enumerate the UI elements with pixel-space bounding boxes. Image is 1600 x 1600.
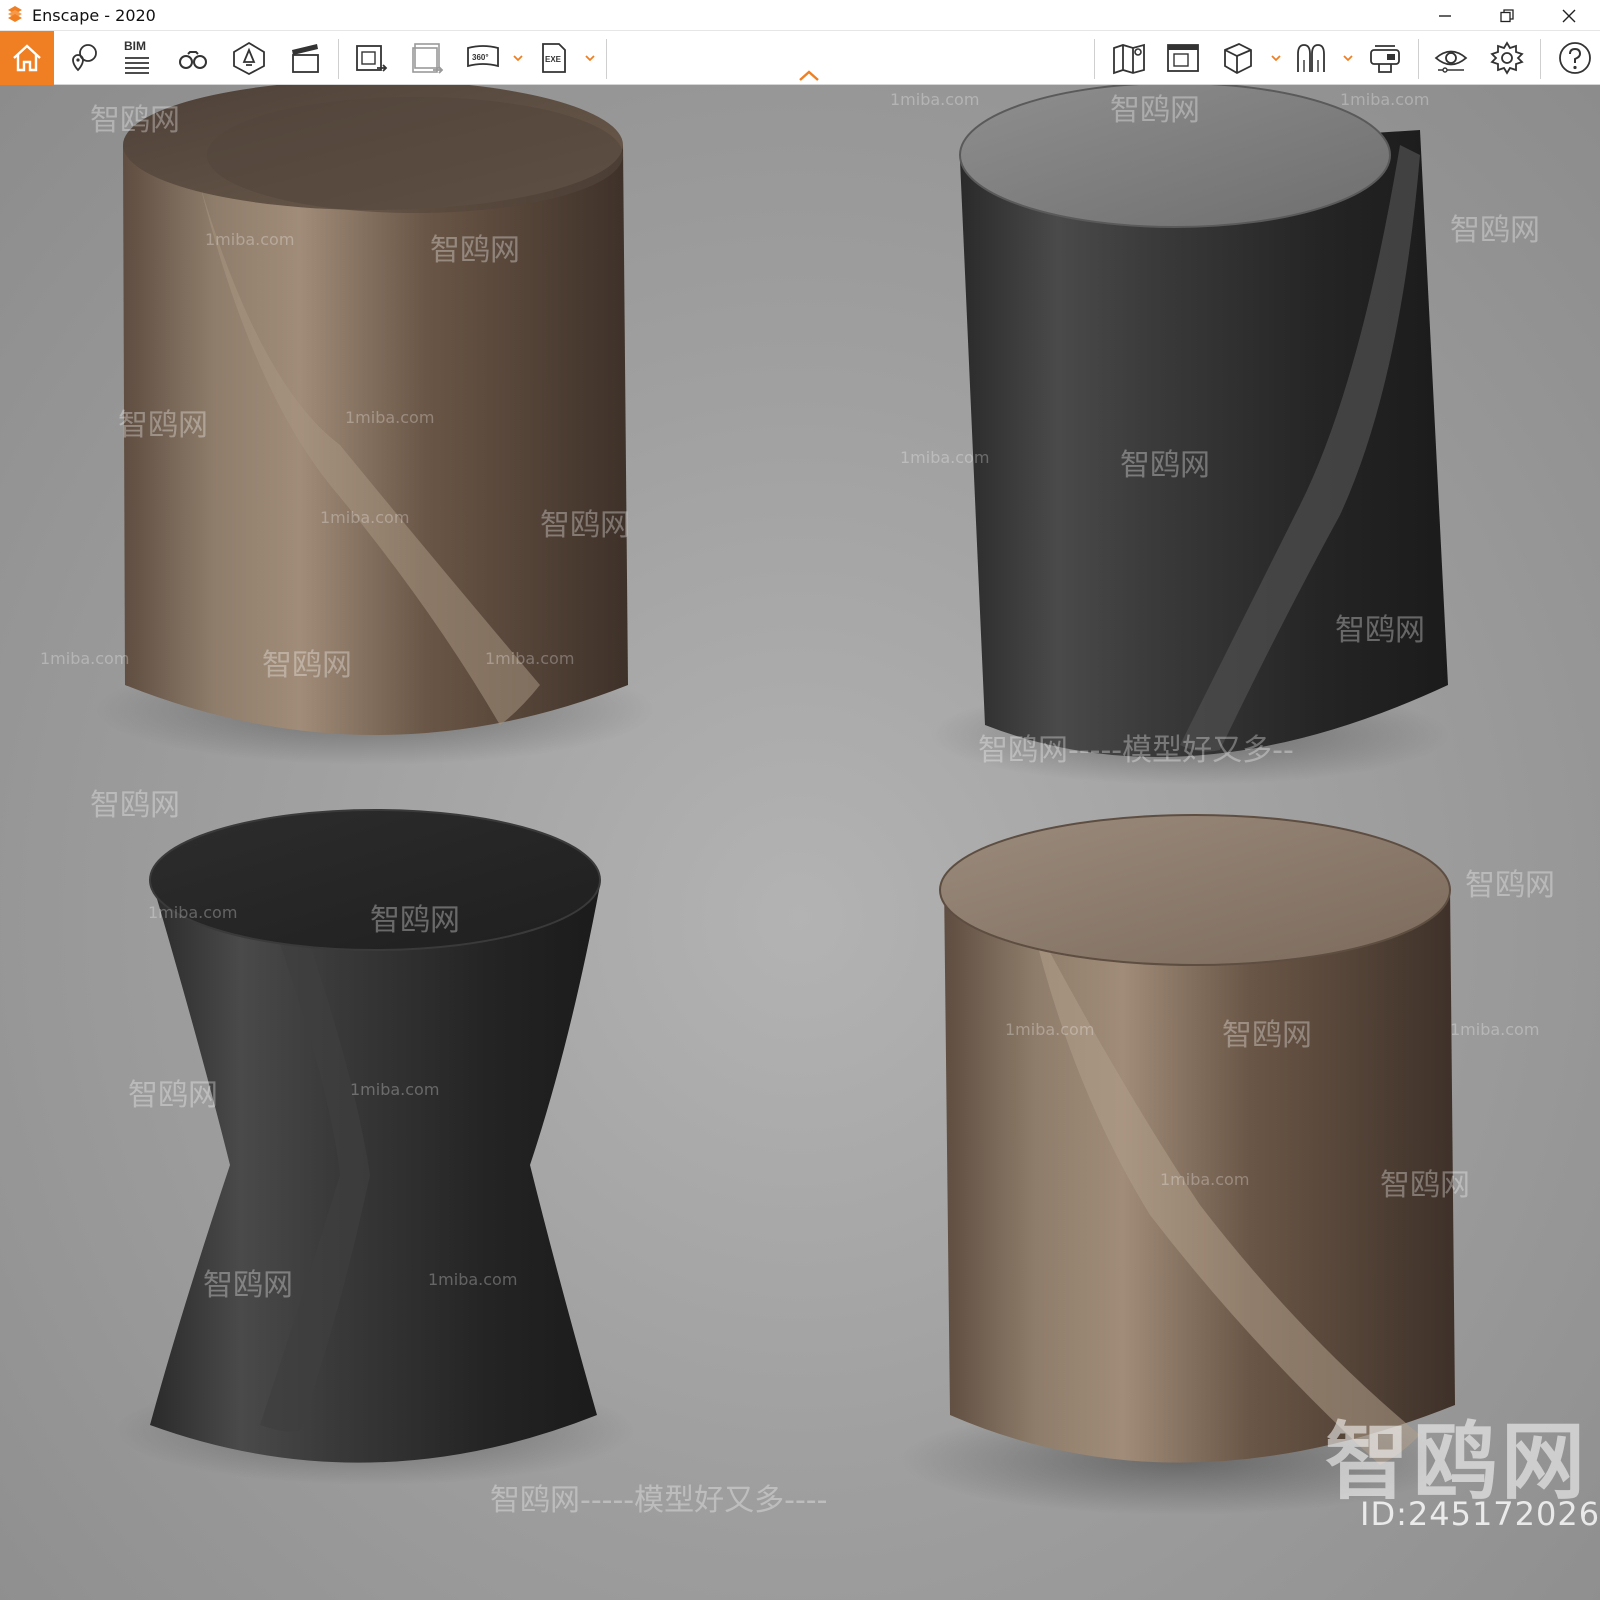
artificial-light-icon: [233, 41, 265, 76]
enscape-logo-icon: [8, 6, 22, 22]
watermark-text: 1miba.com: [205, 230, 295, 249]
toolbar-separator: [1540, 39, 1541, 79]
asset-library-icon: [72, 44, 97, 72]
watermark-slogan: 智鸥网-----模型好又多----: [490, 1483, 828, 1518]
exe-export-icon: EXE: [542, 43, 566, 73]
walk-mode-button[interactable]: [170, 31, 216, 85]
bim-label: BIM: [124, 39, 146, 53]
watermark-text: 智鸥网: [262, 648, 352, 683]
screenshot-button[interactable]: [348, 31, 394, 85]
chevron-down-icon[interactable]: [584, 53, 596, 63]
watermark-text: 智鸥网: [1222, 1018, 1312, 1053]
watermark-text: 1miba.com: [900, 448, 990, 467]
watermark-text: 智鸥网: [90, 103, 180, 138]
toolbar-separator: [606, 39, 607, 79]
watermark-text: 1miba.com: [350, 1080, 440, 1099]
help-button[interactable]: [1552, 31, 1598, 85]
watermark-text: 智鸥网: [1380, 1168, 1470, 1203]
vr-headset-icon: [1370, 45, 1400, 73]
svg-text:EXE: EXE: [545, 55, 562, 64]
render-viewport[interactable]: 智鸥网 1miba.com 智鸥网 1miba.com 智鸥网 1miba.co…: [0, 85, 1600, 1600]
watermark-text: 1miba.com: [890, 90, 980, 109]
help-icon: [1559, 42, 1591, 74]
material-editor-button[interactable]: [1288, 31, 1334, 85]
minimize-button[interactable]: [1414, 0, 1476, 31]
general-settings-button[interactable]: [1484, 31, 1530, 85]
watermark-text: 1miba.com: [40, 649, 130, 668]
watermark-text: 1miba.com: [345, 408, 435, 427]
rendering-pane-button[interactable]: [1160, 31, 1206, 85]
video-editor-icon: [292, 44, 319, 73]
watermark-slogan: 智鸥网-----模型好又多--: [978, 733, 1294, 768]
window-title: Enscape - 2020: [32, 5, 156, 25]
toolbar-separator: [1418, 39, 1419, 79]
scene-render: [95, 85, 1460, 1515]
watermark-text: 智鸥网: [1335, 613, 1425, 648]
view-cube-icon: [1224, 43, 1252, 75]
vr-headset-button[interactable]: [1362, 31, 1408, 85]
batch-render-icon: [356, 45, 388, 72]
asset-library-button[interactable]: [60, 31, 106, 85]
watermark-text: 智鸥网: [118, 408, 208, 443]
watermark-text: 智鸥网: [1120, 448, 1210, 483]
watermark-text: 智鸥网: [1110, 93, 1200, 128]
watermark-text: 智鸥网: [540, 508, 630, 543]
visual-settings-button[interactable]: [1428, 31, 1474, 85]
map-icon: [1113, 43, 1145, 75]
toolbar-separator: [338, 39, 339, 79]
enscape-toolbar: BIM 360° EXE: [0, 31, 1600, 85]
rendering-pane-icon: [1167, 44, 1199, 72]
close-button[interactable]: [1538, 0, 1600, 31]
map-button[interactable]: [1106, 31, 1152, 85]
binoculars-icon: [179, 51, 207, 69]
watermark-text: 智鸥网: [430, 233, 520, 268]
watermark-id: ID:245172026: [1360, 1495, 1600, 1533]
video-editor-button[interactable]: [282, 31, 328, 85]
material-editor-icon: [1297, 44, 1325, 72]
watermark-text: 1miba.com: [1340, 90, 1430, 109]
watermark-text: 智鸥网: [1450, 213, 1540, 248]
home-icon: [13, 44, 41, 72]
minimize-icon: [1439, 14, 1451, 17]
title-bar: Enscape - 2020: [0, 0, 1600, 31]
view-cube-button[interactable]: [1214, 31, 1260, 85]
watermark-text: 1miba.com: [1450, 1020, 1540, 1039]
panorama-360-icon: 360°: [467, 45, 499, 68]
toolbar-separator: [1094, 39, 1095, 79]
watermark-text: 1miba.com: [320, 508, 410, 527]
export-batch-icon: [412, 43, 444, 74]
black-cylinder-stool[interactable]: [930, 85, 1450, 785]
batch-rendering-button[interactable]: [404, 31, 450, 85]
svg-text:360°: 360°: [472, 53, 489, 62]
watermark-text: 智鸥网: [128, 1078, 218, 1113]
watermark-text: 1miba.com: [1160, 1170, 1250, 1189]
chevron-up-icon[interactable]: [796, 68, 822, 84]
panorama-button[interactable]: 360°: [460, 31, 506, 85]
restore-icon: [1500, 8, 1514, 22]
restore-button[interactable]: [1476, 0, 1538, 31]
chevron-down-icon[interactable]: [1270, 53, 1282, 63]
watermark-text: 智鸥网: [203, 1268, 293, 1303]
visual-settings-icon: [1434, 50, 1468, 73]
chevron-down-icon[interactable]: [512, 53, 524, 63]
watermark-text: 1miba.com: [1005, 1020, 1095, 1039]
watermark-text: 1miba.com: [485, 649, 575, 668]
home-button[interactable]: [0, 31, 54, 85]
watermark-text: 智鸥网: [370, 903, 460, 938]
bim-button[interactable]: BIM: [114, 31, 160, 85]
watermark-text: 1miba.com: [428, 1270, 518, 1289]
exe-export-button[interactable]: EXE: [532, 31, 578, 85]
close-icon: [1562, 9, 1576, 22]
artificial-light-button[interactable]: [226, 31, 272, 85]
gear-icon: [1490, 41, 1524, 75]
watermark-text: 智鸥网: [90, 788, 180, 823]
watermark-text: 1miba.com: [148, 903, 238, 922]
chevron-down-icon[interactable]: [1342, 53, 1354, 63]
watermark-text: 智鸥网: [1465, 868, 1555, 903]
